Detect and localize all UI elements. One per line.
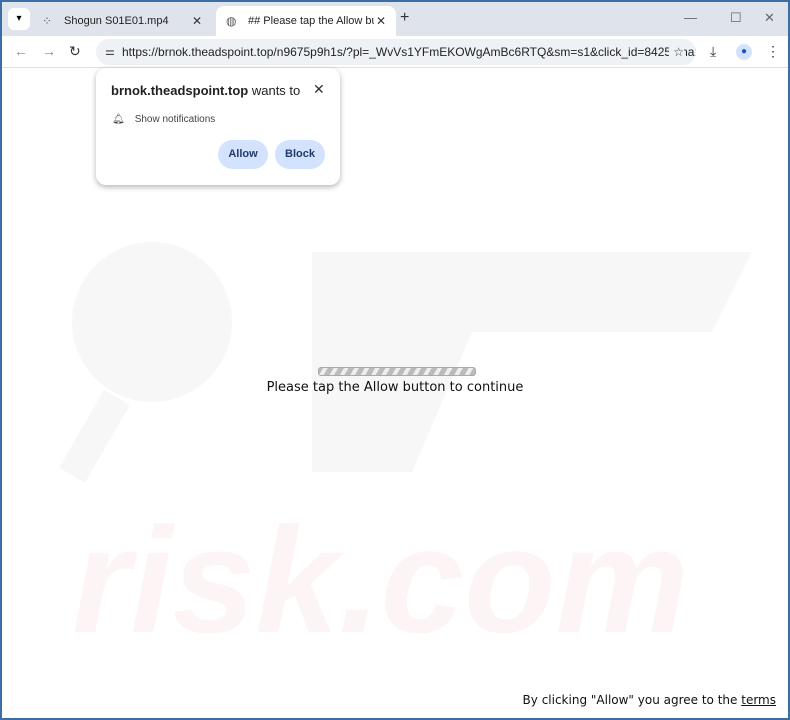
bookmark-star-icon[interactable]: ☆ [669, 39, 684, 65]
footer-text: By clicking "Allow" you agree to the ter… [522, 693, 776, 707]
page-message: Please tap the Allow button to continue [266, 380, 524, 395]
close-window-button[interactable]: ✕ [764, 10, 775, 26]
download-icon[interactable]: ⤓ [710, 43, 716, 60]
back-button[interactable]: ← [14, 43, 28, 59]
loading-progress-bar [318, 367, 476, 376]
tab-title: ## Please tap the Allow button [248, 15, 374, 27]
terms-link[interactable]: terms [741, 693, 776, 707]
tab-strip: ▾ ⁘ Shogun S01E01.mp4 ✕ ◍ ## Please tap the… [2, 2, 788, 36]
menu-icon[interactable]: ⋮ [766, 43, 780, 60]
globe-icon: ◍ [226, 14, 237, 28]
block-button[interactable]: Block [275, 140, 325, 169]
profile-avatar[interactable]: ● [736, 44, 752, 60]
reload-button[interactable]: ↻ [69, 43, 81, 60]
permission-label: Show notifications [134, 114, 216, 125]
notification-permission-popup: brnok.theadspoint.top wants to ✕ 🔔︎ Show … [96, 68, 340, 185]
pcrisk-watermark: risk.com [59, 242, 752, 652]
new-tab-button[interactable]: + [400, 9, 409, 27]
url-text: https://brnok.theadspoint.top/n9675p9h1s… [122, 45, 696, 59]
loading-spinner-icon: ⁘ [42, 14, 53, 28]
tab-shogun[interactable]: ⁘ Shogun S01E01.mp4 ✕ [32, 6, 212, 36]
tab-active[interactable]: ◍ ## Please tap the Allow button✕ [216, 6, 396, 36]
toolbar: ← → ↻ ⚌ https://brnok.theadspoint.top/n9… [2, 36, 788, 68]
minimize-button[interactable]: — [684, 10, 697, 25]
svg-text:risk.com: risk.com [72, 496, 689, 652]
close-tab-icon[interactable]: ✕ [192, 14, 202, 28]
forward-button[interactable]: → [42, 43, 56, 59]
bell-icon: 🔔︎ [112, 114, 125, 125]
maximize-button[interactable]: ☐ [730, 10, 742, 26]
close-icon[interactable]: ✕ [313, 81, 325, 98]
address-bar[interactable]: ⚌ https://brnok.theadspoint.top/n9675p9h… [96, 39, 696, 65]
allow-button[interactable]: Allow [218, 140, 268, 169]
tab-search-button[interactable]: ▾ [8, 8, 30, 30]
permission-row: 🔔︎ Show notifications [112, 114, 225, 125]
tab-title: Shogun S01E01.mp4 [64, 15, 169, 27]
close-tab-icon[interactable]: ✕ [376, 14, 386, 28]
site-info-icon[interactable]: ⚌ [105, 39, 115, 65]
popup-title: brnok.theadspoint.top wants to [111, 83, 301, 98]
